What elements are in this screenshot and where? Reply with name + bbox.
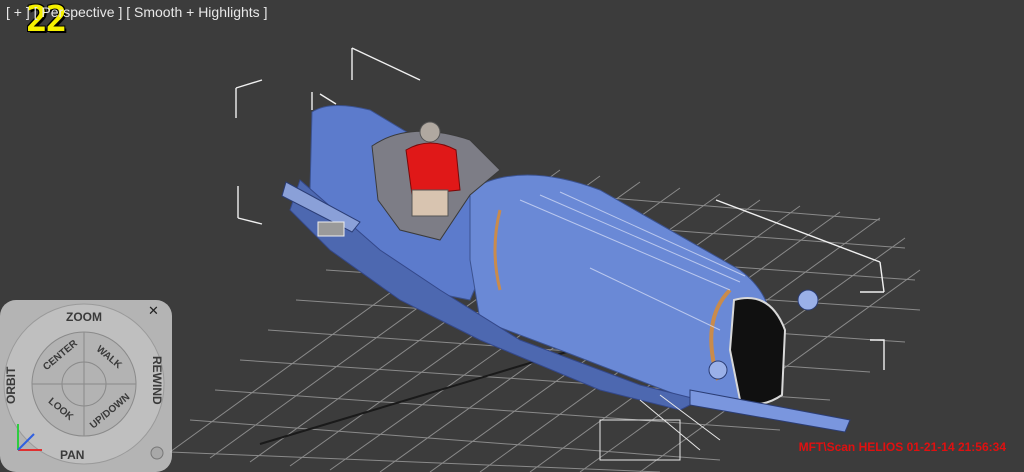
- car-model[interactable]: [281, 105, 851, 461]
- perspective-viewport[interactable]: 22 [ + ] [ Perspective ] [ Smooth + High…: [0, 0, 1024, 472]
- close-icon[interactable]: ✕: [148, 304, 159, 319]
- viewport-label[interactable]: [ + ] [ Perspective ] [ Smooth + Highlig…: [6, 4, 267, 20]
- viewport-menu-plus[interactable]: [ + ]: [6, 4, 30, 20]
- viewport-view-label[interactable]: [ Perspective ]: [34, 4, 123, 20]
- wheel-rewind[interactable]: REWIND: [150, 356, 164, 405]
- steering-wheel-graphic: [0, 300, 172, 472]
- wheel-orbit[interactable]: ORBIT: [4, 367, 18, 404]
- steering-wheel[interactable]: ZOOM PAN ORBIT REWIND CENTER WALK LOOK U…: [0, 300, 172, 472]
- viewport-shading-label[interactable]: [ Smooth + Highlights ]: [126, 4, 267, 20]
- wheel-zoom[interactable]: ZOOM: [66, 310, 102, 324]
- wheel-pan[interactable]: PAN: [60, 448, 84, 462]
- capture-watermark: MFT\Scan HELIOS 01-21-14 21:56:34: [798, 440, 1006, 454]
